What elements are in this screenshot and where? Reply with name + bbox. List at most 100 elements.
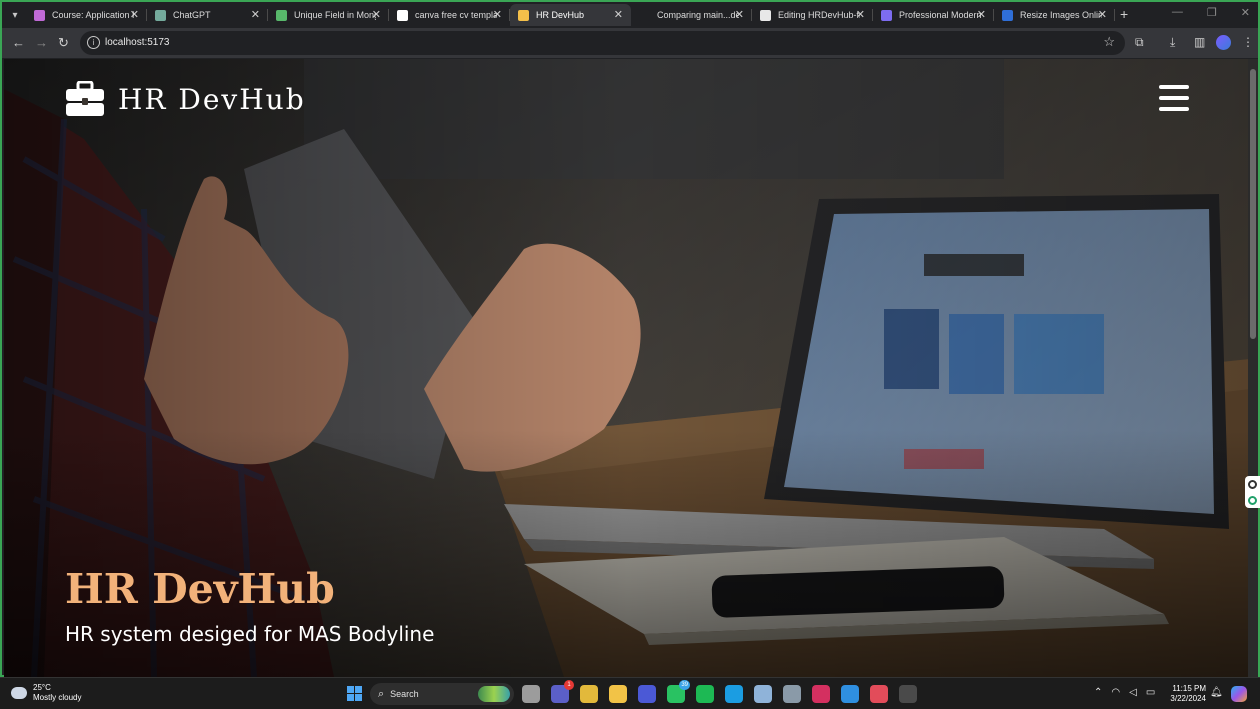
settings-icon[interactable]: [783, 685, 801, 703]
wifi-icon[interactable]: ◠: [1111, 687, 1120, 698]
tab-favicon-icon: [397, 9, 408, 21]
extension-side-widget[interactable]: [1245, 476, 1260, 508]
tab-title: Resize Images Online: [1020, 10, 1102, 20]
page-scrollbar[interactable]: [1248, 59, 1258, 677]
intellij-icon[interactable]: [812, 685, 830, 703]
visual-studio-icon[interactable]: [638, 685, 656, 703]
browser-tab[interactable]: ChatGPT ✕: [147, 4, 268, 26]
briefcase-icon: [66, 81, 104, 116]
tab-favicon-icon: [760, 9, 771, 21]
whatsapp-icon[interactable]: 39: [667, 680, 690, 703]
close-tab-icon[interactable]: ✕: [251, 8, 260, 21]
search-highlight-image: [478, 686, 510, 702]
windows-start-icon[interactable]: [347, 686, 362, 701]
profile-avatar[interactable]: [1216, 35, 1231, 50]
tab-favicon-icon: [276, 9, 287, 21]
tab-title: canva free cv templat: [415, 10, 497, 20]
copilot-icon[interactable]: [1231, 686, 1247, 702]
hero-title: HR DevHub: [65, 565, 335, 613]
tab-favicon-icon: [518, 9, 529, 21]
system-tray: ⌃ ◠ ◁ ▭: [1094, 687, 1155, 698]
tab-title: Editing HRDevHub-fr: [778, 10, 860, 20]
cloud-icon: [9, 683, 27, 699]
taskbar-apps: 1 39: [522, 680, 917, 703]
hamburger-menu-icon[interactable]: [1159, 85, 1189, 111]
close-tab-icon[interactable]: ✕: [977, 8, 986, 21]
reload-icon[interactable]: ↻: [58, 35, 69, 51]
tray-overflow-icon[interactable]: ⌃: [1094, 687, 1102, 698]
page-viewport: HR DevHub HR DevHub HR system desiged fo…: [4, 59, 1250, 677]
site-brand[interactable]: HR DevHub: [65, 81, 306, 117]
window-controls: — ❐ ✕: [1172, 6, 1250, 19]
taskbar-clock[interactable]: 11:15 PM 3/22/2024: [1166, 684, 1206, 704]
windows-taskbar: 25°C Mostly cloudy ⌕ Search 1 39 ⌃ ◠ ◁ ▭ 1…: [0, 677, 1260, 709]
tab-favicon-icon: [639, 9, 650, 21]
hero-subtitle: HR system desiged for MAS Bodyline: [65, 622, 435, 646]
terminal-icon[interactable]: [899, 685, 917, 703]
forward-icon[interactable]: →: [35, 35, 48, 50]
tab-favicon-icon: [881, 9, 892, 21]
browser-tab[interactable]: Course: Application F ✕: [26, 4, 147, 26]
taskbar-search[interactable]: ⌕ Search: [370, 683, 514, 705]
search-icon: ⌕: [378, 687, 385, 700]
volume-icon[interactable]: ◁: [1129, 687, 1137, 698]
edge-icon[interactable]: [725, 685, 743, 703]
site-info-icon[interactable]: i: [87, 36, 100, 49]
photos-icon[interactable]: [754, 685, 772, 703]
browser-tab[interactable]: Comparing main...de ✕: [631, 4, 752, 26]
browser-window: ▾ Course: Application F ✕ ChatGPT ✕ Unique F…: [0, 0, 1260, 677]
task-view-icon[interactable]: [522, 685, 540, 703]
url-text[interactable]: localhost:5173: [105, 37, 170, 48]
close-window-icon[interactable]: ✕: [1241, 6, 1250, 19]
snipping-tool-icon[interactable]: [870, 685, 888, 703]
chrome-icon[interactable]: [580, 685, 598, 703]
tab-title: Course: Application F: [52, 10, 134, 20]
teams-icon[interactable]: 1: [551, 680, 574, 703]
back-icon[interactable]: ←: [12, 35, 25, 50]
browser-tab[interactable]: Professional Modern ✕: [873, 4, 994, 26]
close-tab-icon[interactable]: ✕: [1098, 8, 1107, 21]
side-panel-icon[interactable]: ▥: [1194, 35, 1205, 49]
clock-date: 3/22/2024: [1170, 694, 1206, 703]
close-tab-icon[interactable]: ✕: [614, 8, 623, 21]
grammar-extension-icon[interactable]: [1248, 495, 1257, 505]
browser-tab[interactable]: Resize Images Online ✕: [994, 4, 1115, 26]
minimize-icon[interactable]: —: [1172, 6, 1183, 19]
file-explorer-icon[interactable]: [609, 685, 627, 703]
bookmark-star-icon[interactable]: ☆: [1103, 34, 1115, 50]
weather-widget[interactable]: 25°C Mostly cloudy: [9, 683, 81, 703]
close-tab-icon[interactable]: ✕: [372, 8, 381, 21]
weather-temp: 25°C: [33, 683, 51, 692]
vscode-icon[interactable]: [841, 685, 859, 703]
app-badge: 39: [679, 680, 690, 690]
menu-kebab-icon[interactable]: ⋮: [1242, 35, 1254, 49]
tab-title: Professional Modern: [899, 10, 981, 20]
tab-search-icon[interactable]: ▾: [6, 6, 24, 24]
browser-tab[interactable]: Unique Field in Mong ✕: [268, 4, 389, 26]
spotify-icon[interactable]: [696, 685, 714, 703]
clock-time: 11:15 PM: [1172, 684, 1206, 693]
close-tab-icon[interactable]: ✕: [130, 8, 139, 21]
close-tab-icon[interactable]: ✕: [856, 8, 865, 21]
address-bar[interactable]: i localhost:5173 ☆: [80, 31, 1125, 55]
app-badge: 1: [564, 680, 574, 690]
browser-tab[interactable]: canva free cv templat ✕: [389, 4, 510, 26]
tab-favicon-icon: [155, 9, 166, 21]
new-tab-icon[interactable]: +: [1120, 6, 1128, 22]
notification-bell-icon[interactable]: 🔔︎: [1210, 687, 1223, 698]
browser-tab[interactable]: HR DevHub ✕: [510, 4, 631, 26]
extensions-icon[interactable]: ⧉: [1135, 35, 1144, 50]
battery-icon[interactable]: ▭: [1146, 687, 1155, 698]
close-widget-icon[interactable]: [1248, 479, 1257, 489]
restore-icon[interactable]: ❐: [1207, 6, 1217, 19]
tab-title: ChatGPT: [173, 10, 211, 20]
tab-title: Comparing main...de: [657, 10, 739, 20]
taskbar-search-label: Search: [390, 689, 419, 699]
tab-strip: ▾ Course: Application F ✕ ChatGPT ✕ Unique F…: [2, 2, 1258, 28]
tab-title: HR DevHub: [536, 10, 585, 20]
browser-tab[interactable]: Editing HRDevHub-fr ✕: [752, 4, 873, 26]
close-tab-icon[interactable]: ✕: [735, 8, 744, 21]
close-tab-icon[interactable]: ✕: [493, 8, 502, 21]
download-icon[interactable]: ⤓: [1170, 35, 1175, 50]
tab-favicon-icon: [34, 9, 45, 21]
